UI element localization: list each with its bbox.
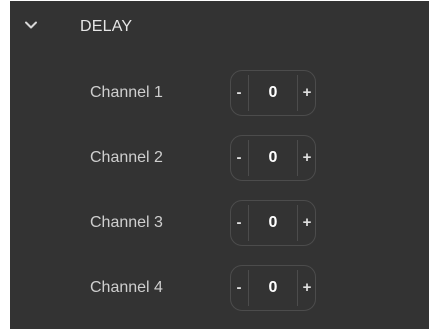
increment-button[interactable]: + <box>299 266 315 310</box>
decrement-button[interactable]: - <box>231 136 247 180</box>
delay-value-input[interactable] <box>249 201 297 245</box>
delay-value-input[interactable] <box>249 136 297 180</box>
delay-stepper-channel-2: - + <box>230 135 316 181</box>
increment-button[interactable]: + <box>299 71 315 115</box>
delay-value-input[interactable] <box>249 71 297 115</box>
channel-label: Channel 4 <box>90 279 163 296</box>
decrement-button[interactable]: - <box>231 71 247 115</box>
increment-button[interactable]: + <box>299 201 315 245</box>
stepper-divider <box>297 205 298 241</box>
stepper-divider <box>297 270 298 306</box>
chevron-down-icon[interactable] <box>23 17 39 33</box>
channel-label: Channel 1 <box>90 84 163 101</box>
delay-stepper-channel-1: - + <box>230 70 316 116</box>
channel-label: Channel 3 <box>90 214 163 231</box>
delay-stepper-channel-3: - + <box>230 200 316 246</box>
delay-value-input[interactable] <box>249 266 297 310</box>
stepper-divider <box>297 140 298 176</box>
decrement-button[interactable]: - <box>231 201 247 245</box>
channel-row-2: Channel 2 - + <box>10 135 429 183</box>
section-title: DELAY <box>80 18 133 35</box>
delay-section-header[interactable]: DELAY <box>10 1 429 53</box>
channel-row-3: Channel 3 - + <box>10 200 429 248</box>
increment-button[interactable]: + <box>299 136 315 180</box>
stepper-divider <box>297 75 298 111</box>
channel-label: Channel 2 <box>90 149 163 166</box>
channel-row-4: Channel 4 - + <box>10 265 429 313</box>
delay-panel: DELAY Channel 1 - + Channel 2 - + Channe… <box>10 1 429 329</box>
decrement-button[interactable]: - <box>231 266 247 310</box>
delay-stepper-channel-4: - + <box>230 265 316 311</box>
channel-row-1: Channel 1 - + <box>10 70 429 118</box>
